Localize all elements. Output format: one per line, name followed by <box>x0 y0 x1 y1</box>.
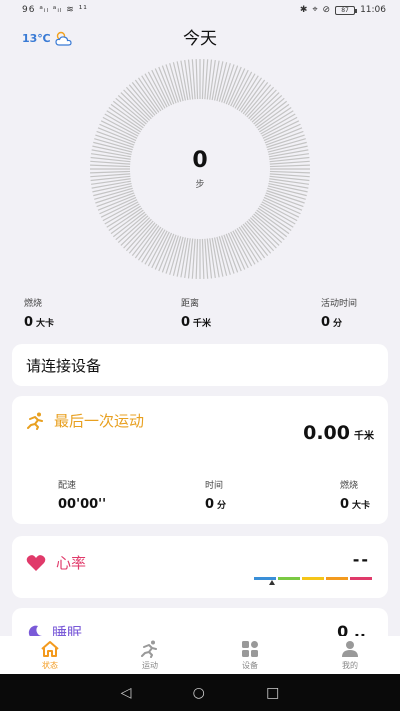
tab-devices[interactable]: 设备 <box>200 636 300 674</box>
last-exercise-card[interactable]: 最后一次运动 0.00 千米 配速 00'00'' 时间 0分 燃烧 0 大卡 <box>12 396 388 524</box>
running-icon <box>141 640 157 658</box>
page-title: 今天 <box>183 29 217 49</box>
metric-pace: 配速 00'00'' <box>58 478 106 512</box>
stat-value: 0 千米 <box>181 315 212 330</box>
zone-segment <box>326 577 348 580</box>
heart-icon <box>26 554 46 571</box>
daily-stats: 燃烧 0 大卡 距离 0 千米 活动时间 0分 <box>0 296 400 336</box>
tab-label: 运动 <box>142 660 158 670</box>
metric-label: 燃烧 <box>340 481 359 491</box>
system-nav-bar: ◁ ○ □ <box>0 674 400 711</box>
back-icon[interactable]: ◁ <box>121 685 132 701</box>
heart-rate-header: 心率 <box>26 552 86 573</box>
metric-calories: 燃烧 0 大卡 <box>340 478 370 512</box>
zone-segment <box>302 577 324 580</box>
tab-label: 我的 <box>342 660 358 670</box>
tab-exercise[interactable]: 运动 <box>100 636 200 674</box>
metric-label: 时间 <box>205 481 224 491</box>
metric-value: 00'00'' <box>58 497 107 512</box>
wifi-off-icon: ⊘ <box>322 5 331 15</box>
status-left: 96 ᵃᵢₗ ᵃᵢₗ ≋ ¹¹ <box>22 5 88 15</box>
home-icon <box>41 640 59 657</box>
tab-status[interactable]: 状态 <box>0 636 100 674</box>
stat-label: 活动时间 <box>321 299 358 309</box>
stat-distance: 距离 0 千米 <box>181 296 211 330</box>
tab-label: 设备 <box>242 660 258 670</box>
home-nav-icon[interactable]: ○ <box>193 685 205 701</box>
running-icon <box>27 412 43 430</box>
stat-label: 距离 <box>181 299 200 309</box>
steps-unit: 步 <box>195 180 205 190</box>
recent-apps-icon[interactable]: □ <box>266 685 279 701</box>
heart-rate-title: 心率 <box>56 554 87 572</box>
status-right: ✱ ⌖ ⊘ 87 11:06 <box>300 5 386 15</box>
stat-active-time: 活动时间 0分 <box>321 296 357 330</box>
last-exercise-title: 最后一次运动 <box>54 412 145 430</box>
stat-value: 0 大卡 <box>24 315 55 330</box>
tab-profile[interactable]: 我的 <box>300 636 400 674</box>
stat-calories: 燃烧 0 大卡 <box>24 296 54 330</box>
stat-label: 燃烧 <box>24 299 43 309</box>
profile-icon <box>342 640 358 657</box>
stat-value: 0分 <box>321 315 343 330</box>
steps-value: 0 <box>192 148 208 173</box>
heart-rate-zone-marker <box>269 580 275 585</box>
tab-label: 状态 <box>42 660 58 670</box>
zone-segment <box>350 577 372 580</box>
last-exercise-header: 最后一次运动 <box>26 410 144 431</box>
steps-center: 0 步 <box>70 56 330 282</box>
last-exercise-distance: 0.00 千米 <box>303 422 374 444</box>
heart-rate-card[interactable]: 心率 -- <box>12 536 388 598</box>
metric-time: 时间 0分 <box>205 478 226 512</box>
status-time: 11:06 <box>360 5 386 15</box>
connect-device-card[interactable]: 请连接设备 <box>12 344 388 386</box>
metric-value: 0分 <box>205 497 227 512</box>
heart-rate-value: -- <box>352 550 370 569</box>
connect-device-label: 请连接设备 <box>26 356 102 375</box>
bluetooth-icon: ✱ <box>299 5 308 15</box>
zone-segment <box>278 577 300 580</box>
status-bar: 96 ᵃᵢₗ ᵃᵢₗ ≋ ¹¹ ✱ ⌖ ⊘ 87 11:06 <box>0 0 400 22</box>
steps-ring[interactable]: 0 步 <box>70 56 330 282</box>
location-icon: ⌖ <box>312 5 318 15</box>
devices-icon <box>242 640 258 657</box>
bottom-tab-bar: 状态 运动 设备 我的 <box>0 636 400 674</box>
metric-label: 配速 <box>58 481 77 491</box>
battery-icon: 87 <box>335 5 358 15</box>
metric-value: 0 大卡 <box>340 497 371 512</box>
